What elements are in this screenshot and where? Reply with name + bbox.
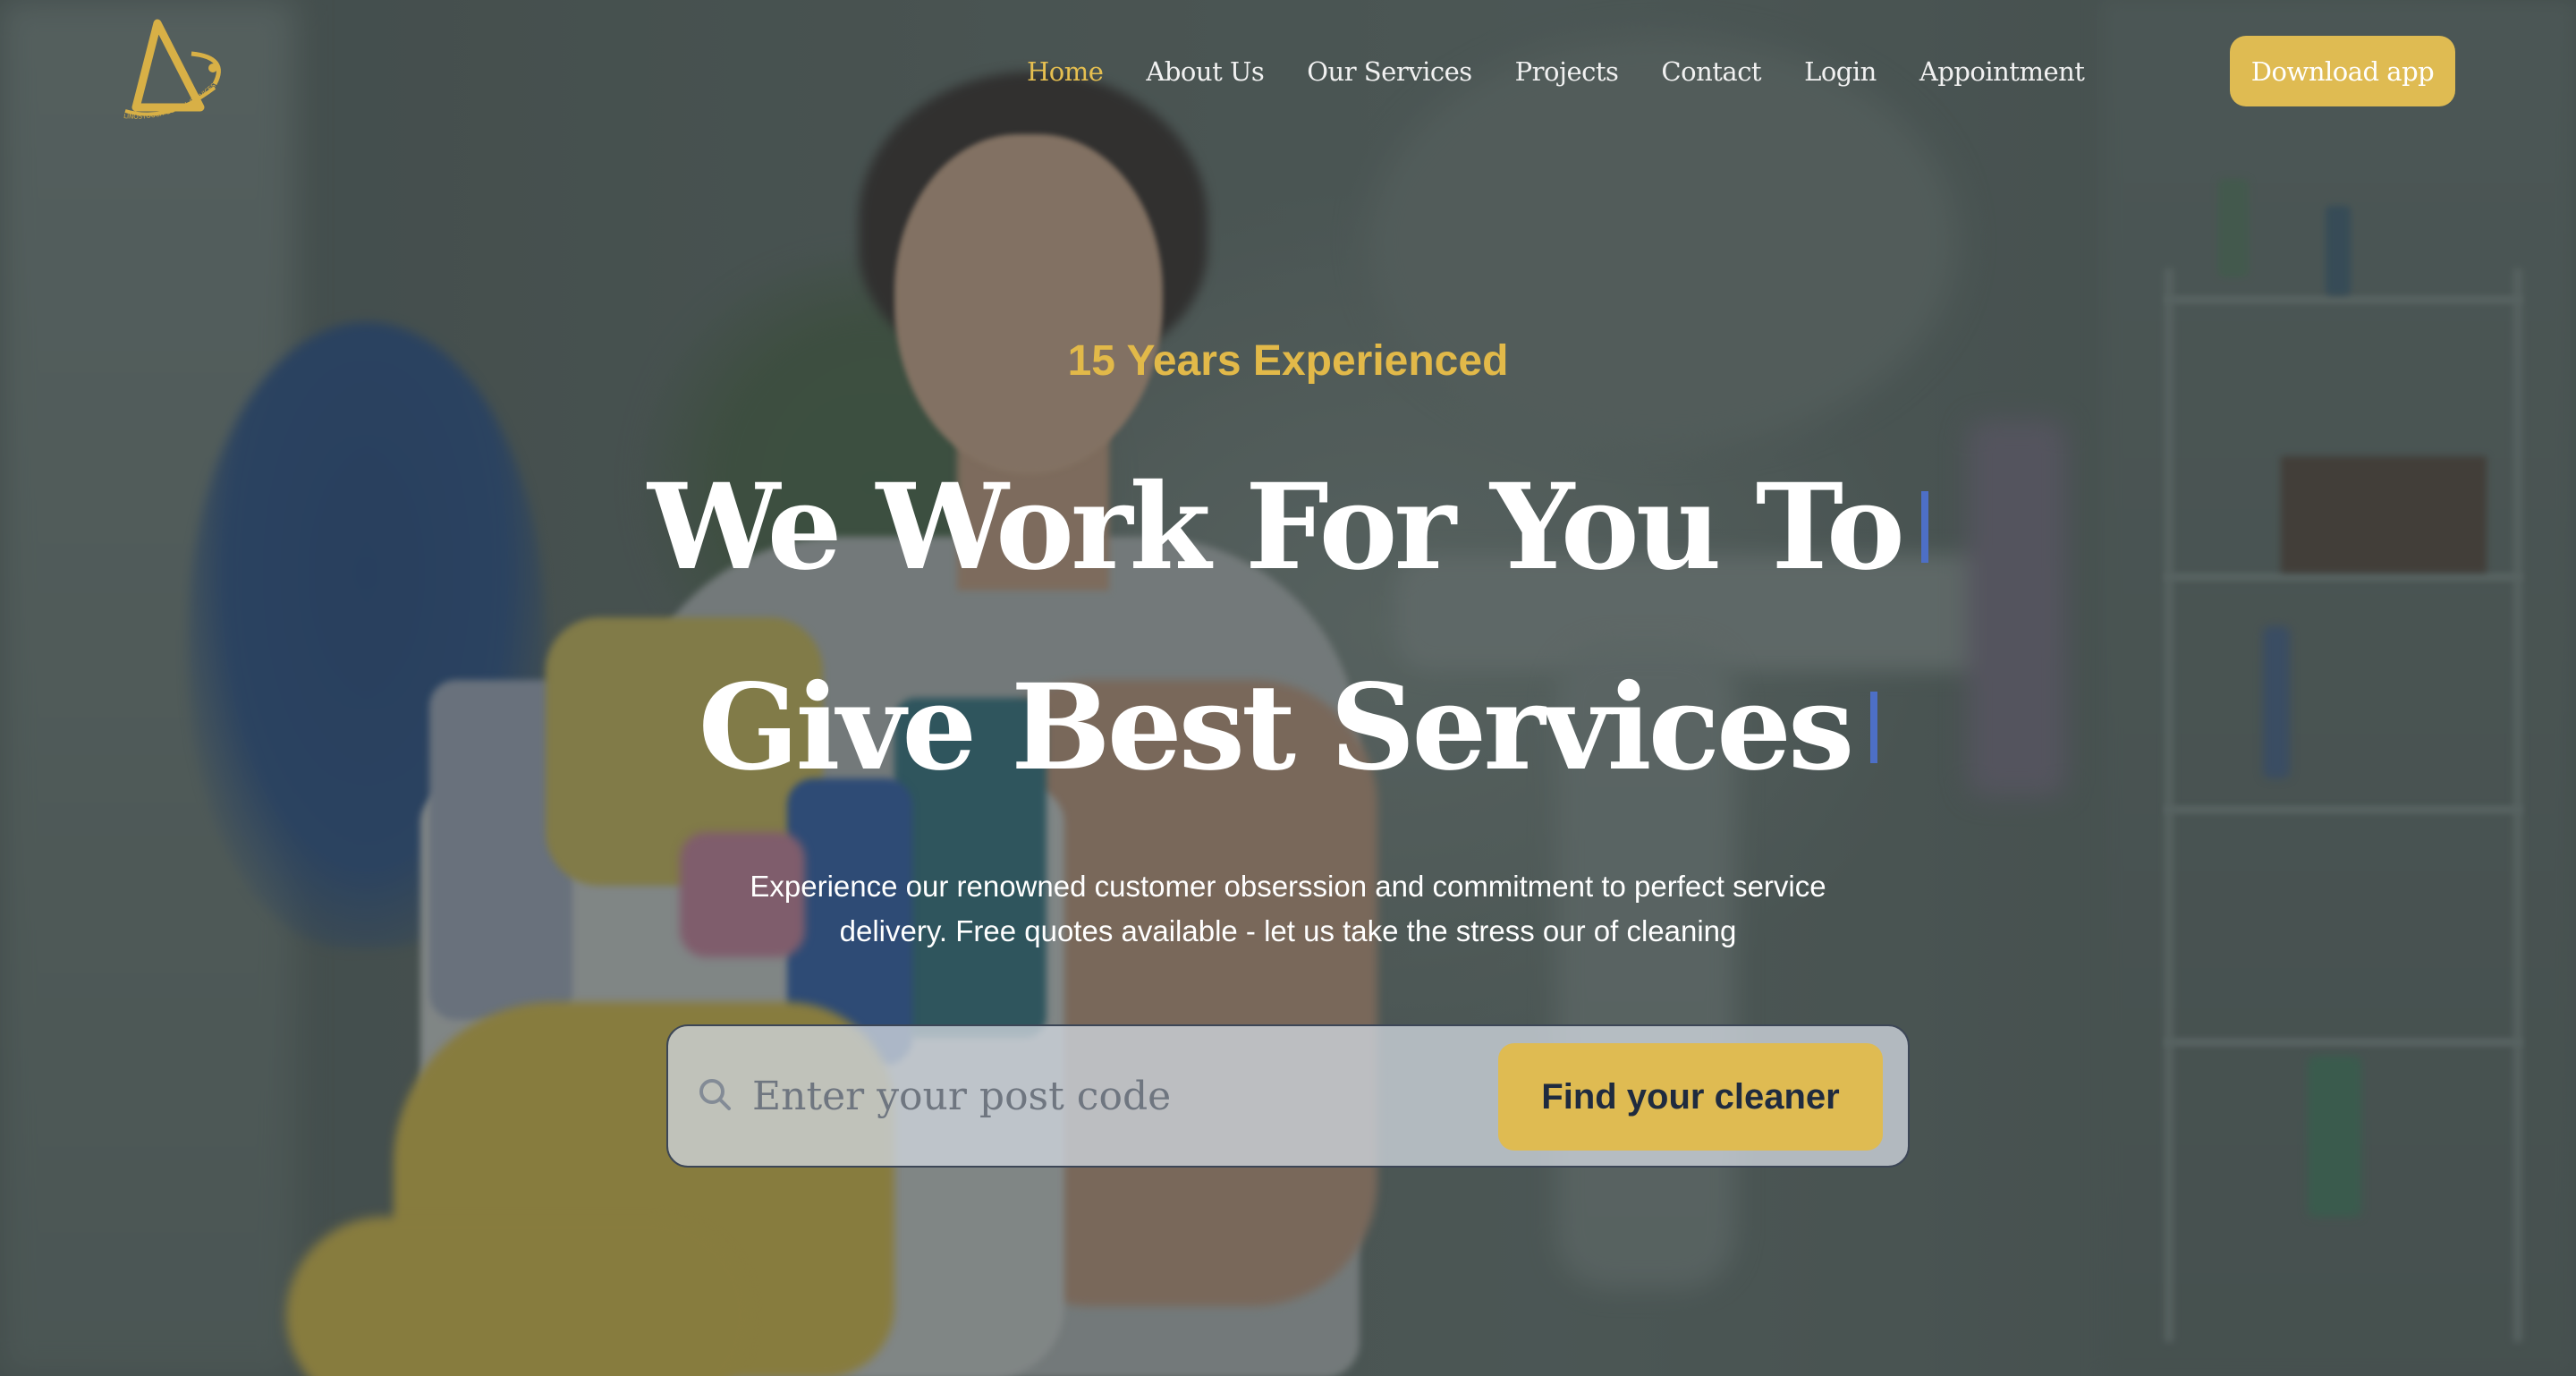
brand-logo[interactable]: LINOSTOUCH GLOBAL SERVICES bbox=[114, 18, 231, 125]
search-icon bbox=[699, 1079, 731, 1110]
headline-line-1-text: We Work For You To bbox=[648, 458, 1905, 597]
hero-eyebrow: 15 Years Experienced bbox=[1067, 337, 1509, 385]
logo-icon: LINOSTOUCH GLOBAL SERVICES bbox=[123, 19, 221, 121]
download-app-button[interactable]: Download app bbox=[2230, 36, 2455, 106]
nav-projects[interactable]: Projects bbox=[1515, 56, 1619, 87]
nav-our-services[interactable]: Our Services bbox=[1307, 56, 1472, 87]
nav-contact[interactable]: Contact bbox=[1661, 56, 1761, 87]
typing-caret bbox=[1870, 692, 1878, 763]
nav-login[interactable]: Login bbox=[1804, 56, 1877, 87]
hero-headline-line-2: Give Best Services bbox=[0, 669, 2576, 787]
nav-appointment[interactable]: Appointment bbox=[1919, 56, 2085, 87]
main-nav: Home About Us Our Services Projects Cont… bbox=[1027, 50, 2085, 93]
hero-headline-line-1: We Work For You To bbox=[0, 469, 2576, 587]
headline-line-2-text: Give Best Services bbox=[698, 658, 1855, 797]
nav-about-us[interactable]: About Us bbox=[1146, 56, 1264, 87]
hero-subtitle: Experience our renowned customer obserss… bbox=[750, 870, 1826, 947]
nav-home[interactable]: Home bbox=[1027, 56, 1104, 87]
postcode-search-bar: Find your cleaner bbox=[666, 1024, 1910, 1168]
typing-caret bbox=[1920, 491, 1928, 563]
postcode-input[interactable] bbox=[752, 1053, 1396, 1139]
find-cleaner-button[interactable]: Find your cleaner bbox=[1498, 1043, 1883, 1151]
